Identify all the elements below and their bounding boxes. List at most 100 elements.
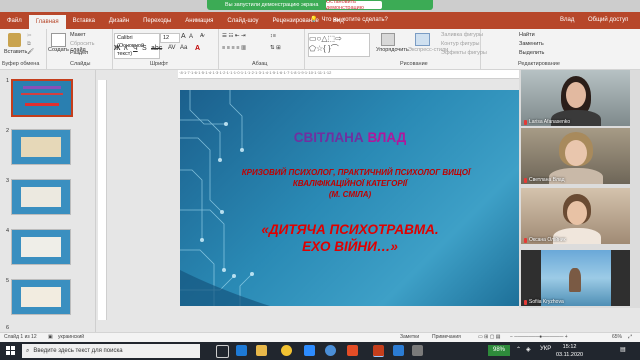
share-notice: Вы запустили демонстрацию экрана [207,0,433,10]
tab-file[interactable]: Файл [0,18,29,24]
tab-home[interactable]: Главная [28,15,66,29]
zoom-level[interactable]: 65% [612,334,622,340]
powerpoint-icon[interactable] [373,345,384,357]
italic-button[interactable]: К [124,45,128,52]
strikethrough-button[interactable]: abc [151,45,162,52]
replace-button[interactable]: Заменить [519,41,544,47]
participant-face [566,82,586,108]
slide-canvas[interactable]: СВІТЛАНА ВЛАД КРИЗОВИЙ ПСИХОЛОГ, ПРАКТИЧ… [180,90,520,306]
zoom-slider[interactable]: − ───────●────── + [510,334,568,340]
media-icon[interactable] [347,345,358,356]
font-label: Шрифт [150,61,169,67]
taskbar-search[interactable]: ⌕ Введите здесь текст для поиска [22,344,200,358]
participant-tile[interactable]: Оксана Олійник [521,188,630,244]
slide-thumb-1[interactable] [11,79,73,117]
slide-thumb-3[interactable] [11,179,71,215]
taskbar-clock[interactable]: 15:12 03.11.2020 [556,343,583,359]
thumb-text-line [25,103,59,106]
cut-button[interactable]: ✂ [27,33,32,39]
edge-icon[interactable] [236,345,247,356]
shrink-font-icon[interactable]: A [189,34,193,40]
keyboard-language[interactable]: УКР [540,346,551,352]
bullets-icon[interactable]: ☰ ☷ ⇤ ⇥ [222,33,246,39]
slide-thumb-2[interactable] [11,129,71,165]
arrange-icon[interactable] [381,33,395,46]
notes-button[interactable]: Заметки [400,334,419,340]
tab-transitions[interactable]: Переходы [136,18,178,24]
quick-styles-icon[interactable] [415,33,430,46]
slide-thumb-5[interactable] [11,279,71,315]
text-direction-icon[interactable]: ⇅ ⊞ [270,45,281,51]
camera-icon[interactable] [325,345,336,356]
word-icon[interactable] [393,345,404,356]
tab-insert[interactable]: Вставка [66,18,102,24]
thumb-number: 6 [6,325,10,331]
tray-chevron-icon[interactable]: ⌃ [516,346,521,353]
align-icons[interactable]: ≡ ≡ ≡ ≡ ▥ [222,45,246,51]
proofing-icon[interactable]: ▣ [48,334,53,340]
mic-muted-icon [524,177,527,183]
new-slide-icon[interactable] [51,33,66,47]
slide-counter: Слайд 1 из 12 [4,334,37,340]
arrange-button[interactable]: Упорядочить [376,47,409,53]
participant-tile[interactable]: Larisa Afanasenko [521,70,630,126]
language-indicator[interactable]: украинский [58,334,84,340]
other-app-icon[interactable] [412,345,423,356]
zoom-app-icon[interactable] [304,345,315,356]
char-spacing-button[interactable]: AV [168,45,176,51]
network-icon[interactable]: ◈ [526,346,531,353]
grow-font-icon[interactable]: A [181,33,186,40]
fit-slide-icon[interactable]: ⤢ [628,334,632,340]
comments-button[interactable]: Примечания [432,334,461,340]
thumb-number: 1 [6,78,10,84]
share-button[interactable]: Общий доступ [588,13,628,27]
paste-button[interactable]: Вставить [4,49,27,55]
line-spacing-icon[interactable]: ↕≡ [270,33,276,39]
windows-start-icon[interactable] [6,346,15,355]
shadow-button[interactable]: S [142,45,147,52]
reset-button[interactable]: Сбросить [70,41,94,47]
thumb-image [21,237,61,257]
paragraph-label: Абзац [252,61,268,67]
view-buttons[interactable]: ▭ ⊞ ▢ ▤ [478,334,501,340]
shape-outline-button[interactable]: Контур фигуры [441,41,479,47]
underline-button[interactable]: Ч [133,45,138,52]
user-name[interactable]: Влад [560,13,574,27]
shapes-gallery[interactable]: ▭○△⬚⇨ ⬠☆{ }⌒ [308,33,370,57]
task-view-icon[interactable] [216,345,229,358]
shape-fill-button[interactable]: Заливка фигуры [441,32,483,38]
participant-tile[interactable]: Светлана Влад [521,128,630,184]
participant-name-text: Larisa Afanasenko [529,119,571,125]
mic-muted-icon [524,237,527,243]
format-painter-button[interactable]: 🖌 [27,49,34,55]
bold-button[interactable]: Ж [114,45,120,52]
clear-format-icon[interactable]: A̷ [200,33,204,39]
layout-button[interactable]: Макет [70,32,86,38]
font-size-select[interactable]: 12 [160,33,180,43]
section-button[interactable]: Раздел [70,50,88,56]
thumb-number: 3 [6,178,10,184]
notifications-icon[interactable]: ▤ [620,346,626,353]
participant-tile[interactable]: Sofiia Kryzhova [521,250,630,306]
tab-animations[interactable]: Анимация [178,18,220,24]
participant-face [567,201,587,225]
thumb-number: 2 [6,128,10,134]
font-color-button[interactable]: A [195,45,200,52]
find-button[interactable]: Найти [519,32,535,38]
select-button[interactable]: Выделить [519,50,544,56]
file-explorer-icon[interactable] [256,345,267,356]
change-case-button[interactable]: Aa [180,45,187,51]
share-notice-text: Вы запустили демонстрацию экрана [225,2,319,8]
tell-me-box[interactable]: 💡 Что вы хотите сделать? [310,13,388,27]
paste-icon[interactable] [8,33,21,47]
shape-effects-button[interactable]: Эффекты фигуры [441,50,487,56]
copy-button[interactable]: ⧉ [27,41,31,48]
slide-thumb-4[interactable] [11,229,71,265]
tab-slideshow[interactable]: Слайд-шоу [220,18,265,24]
photo-border [611,250,630,306]
chrome-icon[interactable] [281,345,292,356]
battery-indicator[interactable]: 98% [488,345,510,356]
stop-share-button[interactable]: Остановить демонстрацию [326,0,382,11]
tab-design[interactable]: Дизайн [102,18,136,24]
participant-name: Оксана Олійник [524,237,566,243]
